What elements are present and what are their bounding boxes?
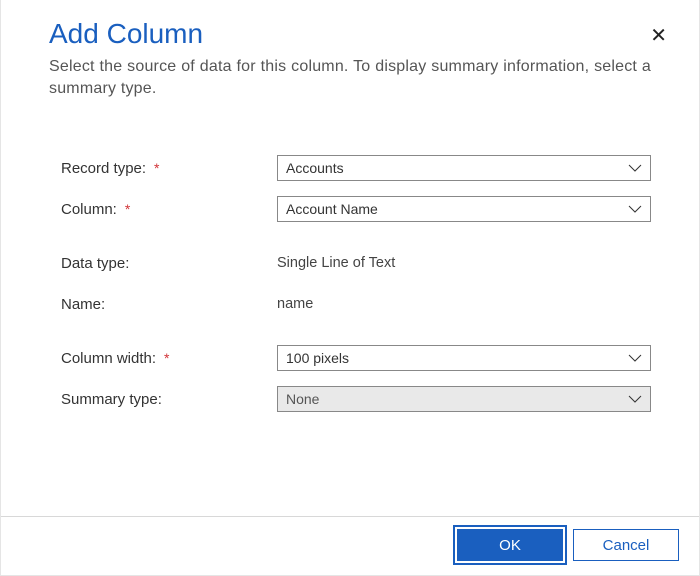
close-icon: ✕ xyxy=(650,25,667,47)
name-value-cell: name xyxy=(277,295,651,313)
dialog-subtitle: Select the source of data for this colum… xyxy=(49,56,651,99)
data-type-label-cell: Data type: xyxy=(61,255,277,272)
chevron-down-icon xyxy=(628,164,642,172)
row-column: Column: * Account Name xyxy=(61,195,651,223)
required-indicator: * xyxy=(154,160,159,176)
chevron-down-icon xyxy=(628,205,642,213)
ok-button[interactable]: OK xyxy=(457,529,563,561)
chevron-down-icon xyxy=(628,395,642,403)
record-type-label: Record type: xyxy=(61,160,146,177)
row-name: Name: name xyxy=(61,290,651,318)
column-width-select[interactable]: 100 pixels xyxy=(277,345,651,371)
summary-type-label-cell: Summary type: xyxy=(61,391,277,408)
name-value: name xyxy=(277,296,313,312)
row-column-width: Column width: * 100 pixels xyxy=(61,344,651,372)
column-select[interactable]: Account Name xyxy=(277,196,651,222)
close-button[interactable]: ✕ xyxy=(650,26,667,46)
dialog-title: Add Column xyxy=(49,18,651,50)
dialog-footer: OK Cancel xyxy=(1,516,699,575)
record-type-label-cell: Record type: * xyxy=(61,160,277,177)
form-body: Record type: * Accounts Column: * Accoun… xyxy=(1,99,699,413)
summary-type-label: Summary type: xyxy=(61,391,162,408)
record-type-value-cell: Accounts xyxy=(277,155,651,181)
data-type-value-cell: Single Line of Text xyxy=(277,254,651,272)
add-column-dialog: Add Column Select the source of data for… xyxy=(0,0,700,576)
column-width-selected: 100 pixels xyxy=(286,350,349,366)
dialog-header: Add Column Select the source of data for… xyxy=(1,0,699,99)
required-indicator: * xyxy=(164,350,169,366)
column-label: Column: xyxy=(61,201,117,218)
column-width-label-cell: Column width: * xyxy=(61,350,277,367)
row-summary-type: Summary type: None xyxy=(61,385,651,413)
data-type-value: Single Line of Text xyxy=(277,255,395,271)
column-selected: Account Name xyxy=(286,201,378,217)
row-record-type: Record type: * Accounts xyxy=(61,154,651,182)
data-type-label: Data type: xyxy=(61,255,129,272)
required-indicator: * xyxy=(125,201,130,217)
name-label: Name: xyxy=(61,296,105,313)
record-type-selected: Accounts xyxy=(286,160,344,176)
column-label-cell: Column: * xyxy=(61,201,277,218)
chevron-down-icon xyxy=(628,354,642,362)
cancel-button[interactable]: Cancel xyxy=(573,529,679,561)
name-label-cell: Name: xyxy=(61,296,277,313)
summary-type-value-cell: None xyxy=(277,386,651,412)
summary-type-select[interactable]: None xyxy=(277,386,651,412)
row-data-type: Data type: Single Line of Text xyxy=(61,249,651,277)
column-value-cell: Account Name xyxy=(277,196,651,222)
column-width-label: Column width: xyxy=(61,350,156,367)
summary-type-selected: None xyxy=(286,391,319,407)
record-type-select[interactable]: Accounts xyxy=(277,155,651,181)
column-width-value-cell: 100 pixels xyxy=(277,345,651,371)
